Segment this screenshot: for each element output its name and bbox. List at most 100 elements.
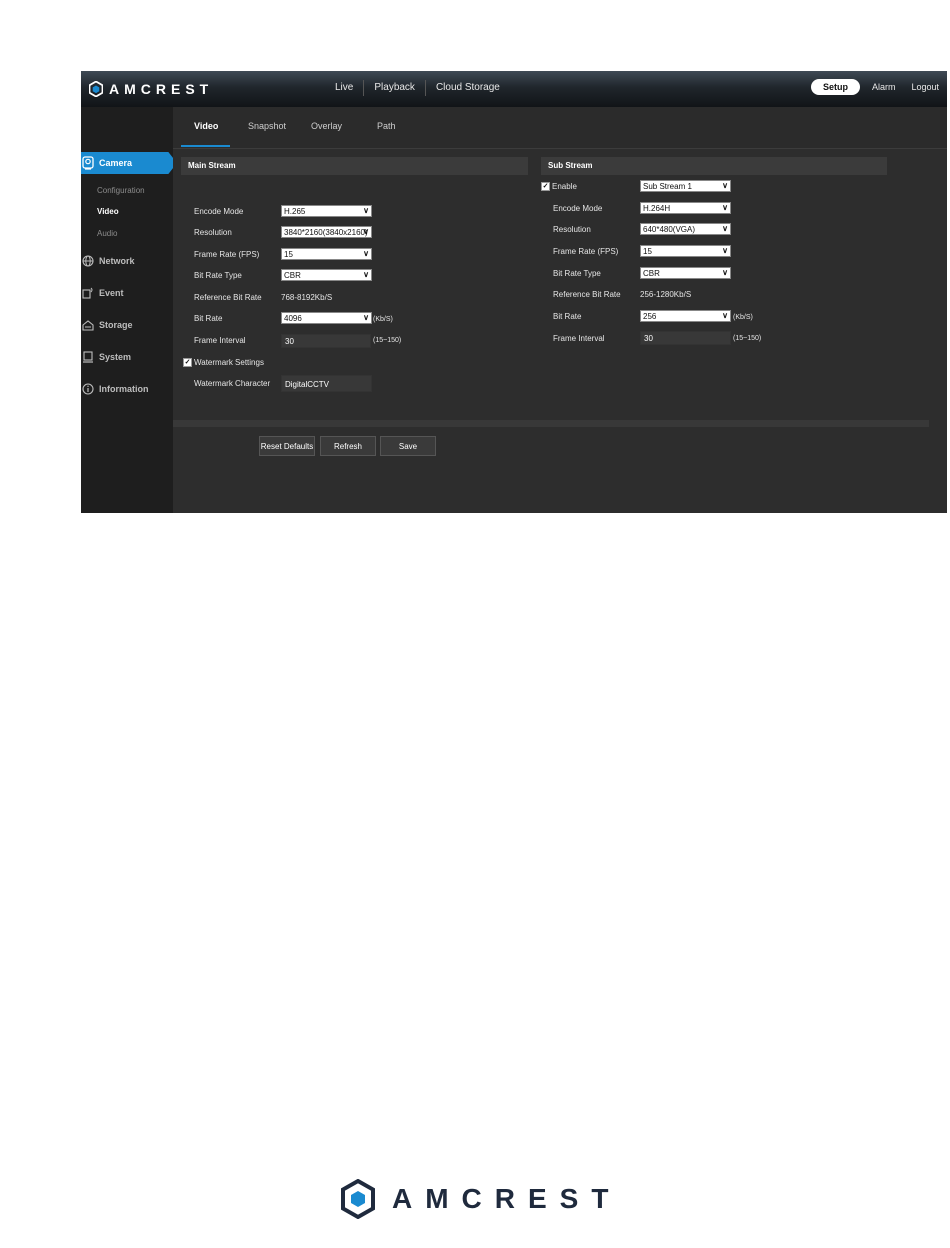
footer-brand-name: AMCREST [392,1183,622,1214]
main-frame-rate-select[interactable]: 15 ∨ [281,248,372,260]
select-value: CBR [284,271,301,280]
sub-frame-interval-range: (15~150) [733,335,762,342]
nav-cloud-storage[interactable]: Cloud Storage [424,80,510,96]
main-bit-rate-type-select[interactable]: CBR ∨ [281,269,372,281]
chevron-down-icon: ∨ [363,206,369,215]
event-bell-icon [82,287,93,299]
reset-defaults-button[interactable]: Reset Defaults [259,436,315,456]
alarm-link[interactable]: Alarm [872,82,896,92]
active-tab-indicator [181,145,230,147]
watermark-settings-checkbox[interactable]: ✓ [183,358,192,367]
top-navigation: Live Playback Cloud Storage [325,80,510,96]
sidebar-subitem-video[interactable]: Video [97,207,119,216]
tab-overlay[interactable]: Overlay [311,121,342,131]
main-bit-rate-unit: (Kb/S) [373,316,393,323]
main-stream-header: Main Stream [181,157,528,175]
tab-bar: Video Snapshot Overlay Path [173,107,947,149]
sub-frame-interval-label: Frame Interval [553,334,605,343]
main-bit-rate-type-label: Bit Rate Type [194,271,242,280]
sidebar-subitem-audio[interactable]: Audio [97,229,117,238]
sidebar-item-label: System [99,352,132,362]
sub-encode-mode-select[interactable]: H.264H ∨ [640,202,731,214]
sub-bit-rate-type-label: Bit Rate Type [553,269,601,278]
setup-button[interactable]: Setup [810,79,860,95]
top-bar: AMCREST Live Playback Cloud Storage Setu… [81,71,947,107]
logout-link[interactable]: Logout [911,82,939,92]
system-monitor-icon [83,351,93,363]
header-logo: AMCREST [89,80,213,98]
refresh-button[interactable]: Refresh [320,436,376,456]
sub-stream-enable-checkbox[interactable]: ✓ [541,182,550,191]
sidebar-item-information[interactable]: Information [81,378,173,400]
info-icon [82,383,94,395]
top-right-menu: Setup Alarm Logout [810,79,939,95]
main-resolution-select[interactable]: 3840*2160(3840x2160) ∨ [281,226,372,238]
select-value: 15 [284,250,293,259]
sub-frame-rate-select[interactable]: 15 ∨ [640,245,731,257]
main-encode-mode-select[interactable]: H.265 ∨ [281,205,372,217]
chevron-down-icon: ∨ [722,246,728,255]
footer-logo: AMCREST [340,1178,621,1220]
sub-frame-interval-input[interactable]: 30 [640,331,731,345]
tab-path[interactable]: Path [377,121,396,131]
sub-enable-label: Enable [552,182,577,191]
watermark-character-input[interactable]: DigitalCCTV [281,375,372,392]
select-value: H.264H [643,204,671,213]
sidebar-item-label: Information [99,384,149,394]
sub-bit-rate-select[interactable]: 256 ∨ [640,310,731,322]
sidebar-subitem-configuration[interactable]: Configuration [97,186,145,195]
chevron-down-icon: ∨ [722,311,728,320]
sub-stream-header: Sub Stream [541,157,887,175]
main-frame-interval-input[interactable]: 30 [281,334,371,348]
sidebar: Camera Configuration Video Audio Network… [81,107,177,513]
sidebar-item-event[interactable]: Event [81,282,173,304]
chevron-down-icon: ∨ [363,270,369,279]
chevron-down-icon: ∨ [722,181,728,190]
nav-live[interactable]: Live [325,80,363,96]
main-frame-interval-range: (15~150) [373,337,402,344]
camera-icon [82,156,94,170]
sub-stream-select[interactable]: Sub Stream 1 ∨ [640,180,731,192]
sub-reference-bit-rate-value: 256-1280Kb/S [640,290,692,299]
storage-icon [82,320,94,331]
main-frame-rate-label: Frame Rate (FPS) [194,250,260,259]
save-button[interactable]: Save [380,436,436,456]
brand-name: AMCREST [109,81,214,97]
content-panel: Video Snapshot Overlay Path Main Stream … [173,107,947,513]
sub-bit-rate-label: Bit Rate [553,312,582,321]
chevron-down-icon: ∨ [363,249,369,258]
tab-snapshot[interactable]: Snapshot [248,121,286,131]
sidebar-item-label: Network [99,256,135,266]
select-value: 15 [643,247,652,256]
main-encode-mode-label: Encode Mode [194,207,244,216]
watermark-character-label: Watermark Character [194,379,271,388]
sub-encode-mode-label: Encode Mode [553,204,603,213]
sidebar-item-camera[interactable]: Camera [81,152,177,174]
main-bit-rate-select[interactable]: 4096 ∨ [281,312,372,324]
select-value: 3840*2160(3840x2160) [284,228,368,237]
select-value: Sub Stream 1 [643,182,692,191]
sub-bit-rate-type-select[interactable]: CBR ∨ [640,267,731,279]
sub-resolution-label: Resolution [553,225,591,234]
chevron-down-icon: ∨ [363,313,369,322]
main-reference-bit-rate-value: 768-8192Kb/S [281,293,333,302]
sidebar-item-network[interactable]: Network [81,250,173,272]
network-globe-icon [82,255,94,267]
chevron-down-icon: ∨ [722,203,728,212]
sub-resolution-select[interactable]: 640*480(VGA) ∨ [640,223,731,235]
sidebar-item-system[interactable]: System [81,346,173,368]
main-reference-bit-rate-label: Reference Bit Rate [194,293,262,302]
sidebar-item-label: Camera [99,158,133,168]
sidebar-item-storage[interactable]: Storage [81,314,173,336]
sub-frame-rate-label: Frame Rate (FPS) [553,247,619,256]
main-bit-rate-label: Bit Rate [194,314,223,323]
setup-window: AMCREST Live Playback Cloud Storage Setu… [81,71,947,513]
section-divider [173,420,929,427]
main-frame-interval-label: Frame Interval [194,336,246,345]
select-value: 4096 [284,314,302,323]
select-value: H.265 [284,207,306,216]
amcrest-logo-icon [341,1179,375,1219]
nav-playback[interactable]: Playback [363,80,425,96]
amcrest-logo-icon [89,81,103,97]
tab-video[interactable]: Video [194,121,218,131]
